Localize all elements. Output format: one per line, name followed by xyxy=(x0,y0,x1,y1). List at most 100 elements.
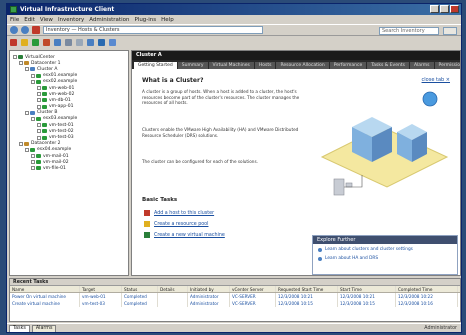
home-icon[interactable] xyxy=(32,26,40,34)
tab-resource-allocation[interactable]: Resource Allocation xyxy=(276,62,329,69)
tree-item-label: Cluster B xyxy=(37,110,58,116)
recent-tasks-header: Name Target Status Details Initiated by vCent… xyxy=(10,286,460,293)
tree-item[interactable]: vm-file-01 xyxy=(10,165,128,171)
expand-toggle-icon[interactable] xyxy=(37,123,41,128)
close-tab-link[interactable]: close tab × xyxy=(422,77,450,83)
close-button[interactable] xyxy=(450,5,459,13)
column-header[interactable]: Start Time xyxy=(338,286,396,292)
tab-virtual-machines[interactable]: Virtual Machines xyxy=(208,62,254,69)
learn-link-2[interactable]: Learn about HA and DRS xyxy=(313,255,457,262)
column-header[interactable]: vCenter Server xyxy=(230,286,276,292)
console-icon[interactable] xyxy=(87,38,94,46)
clone-icon[interactable] xyxy=(109,38,116,46)
node-icon xyxy=(24,141,29,146)
node-icon xyxy=(36,154,41,159)
forward-icon[interactable] xyxy=(21,26,29,34)
expand-toggle-icon[interactable] xyxy=(25,67,29,72)
expand-toggle-icon[interactable] xyxy=(31,73,35,78)
back-icon[interactable] xyxy=(10,26,18,34)
column-header[interactable]: Initiated by xyxy=(188,286,230,292)
menu-file[interactable]: File xyxy=(10,17,19,23)
menu-edit[interactable]: Edit xyxy=(24,17,35,23)
node-icon xyxy=(42,135,47,140)
search-input[interactable]: Search Inventory xyxy=(379,27,439,35)
table-cell xyxy=(158,300,188,307)
tree-item-label: vm-test-03 xyxy=(49,135,74,141)
app-window: Virtual Infrastructure Client File Edit … xyxy=(6,3,462,333)
column-header[interactable]: Target xyxy=(80,286,122,292)
table-row[interactable]: Power On virtual machine vm-web-01 Complet… xyxy=(10,293,460,300)
play-icon[interactable] xyxy=(32,38,39,46)
tab-getting-started[interactable]: Getting Started xyxy=(134,62,177,69)
menu-inventory[interactable]: Inventory xyxy=(58,17,84,23)
expand-toggle-icon[interactable] xyxy=(25,147,29,152)
expand-toggle-icon[interactable] xyxy=(31,154,35,159)
table-cell: Power On virtual machine xyxy=(10,293,80,300)
task-link[interactable]: Create a resource pool xyxy=(144,220,208,228)
expand-toggle-icon[interactable] xyxy=(37,86,41,91)
expand-toggle-icon[interactable] xyxy=(37,129,41,134)
expand-toggle-icon[interactable] xyxy=(19,141,23,146)
node-icon xyxy=(36,160,41,165)
expand-toggle-icon[interactable] xyxy=(37,98,41,103)
manager-icon[interactable] xyxy=(76,38,83,46)
tab-performance[interactable]: Performance xyxy=(329,62,367,69)
tree-item-label: vm-mail-01 xyxy=(43,153,69,159)
status-bar: Tasks Alarms Administrator xyxy=(7,323,461,332)
cluster-diagram xyxy=(320,91,449,196)
table-row[interactable]: Create virtual machine vm-test-03 Complete… xyxy=(10,300,460,307)
column-header[interactable]: Name xyxy=(10,286,80,292)
menu-help[interactable]: Help xyxy=(161,17,174,23)
node-icon xyxy=(24,61,29,66)
tree-item-label: vm-test-01 xyxy=(49,122,74,128)
expand-toggle-icon[interactable] xyxy=(37,104,41,109)
stop-icon[interactable] xyxy=(10,38,17,46)
expand-toggle-icon[interactable] xyxy=(37,135,41,140)
learn-link-1[interactable]: Learn about clusters and cluster setting… xyxy=(313,246,457,253)
menu-administration[interactable]: Administration xyxy=(89,17,129,23)
task-link[interactable]: Add a host to this cluster xyxy=(144,209,214,217)
location-field[interactable]: Inventory — Hosts & Clusters xyxy=(43,26,263,34)
task-link[interactable]: Create a new virtual machine xyxy=(144,231,225,239)
column-header[interactable]: Status xyxy=(122,286,158,292)
column-header[interactable]: Completed Time xyxy=(396,286,458,292)
expand-toggle-icon[interactable] xyxy=(31,79,35,84)
menu-view[interactable]: View xyxy=(40,17,53,23)
tab-permissions[interactable]: Permissions xyxy=(434,62,460,69)
reset-icon[interactable] xyxy=(43,38,50,46)
column-header[interactable]: Requested Start Time xyxy=(276,286,338,292)
revert-icon[interactable] xyxy=(65,38,72,46)
minimize-button[interactable] xyxy=(430,5,439,13)
logged-in-user: Administrator xyxy=(424,326,457,331)
column-header[interactable]: Details xyxy=(158,286,188,292)
search-button[interactable] xyxy=(443,27,457,35)
pause-icon[interactable] xyxy=(21,38,28,46)
content-title: Cluster A xyxy=(132,51,460,60)
tree-item-label: vm-mail-02 xyxy=(43,159,69,165)
alarms-tab[interactable]: Alarms xyxy=(31,324,57,332)
content-panel: Cluster A Getting Started Summary Virtual … xyxy=(131,50,461,276)
table-cell: 12/3/2008 10:21 xyxy=(276,293,338,300)
node-icon xyxy=(42,92,47,97)
expand-toggle-icon[interactable] xyxy=(31,116,35,121)
tab-summary[interactable]: Summary xyxy=(177,62,208,69)
tab-alarms[interactable]: Alarms xyxy=(409,62,434,69)
migrate-icon[interactable] xyxy=(98,38,105,46)
expand-toggle-icon[interactable] xyxy=(19,61,23,66)
task-icon xyxy=(144,210,150,216)
navigation-bar: Inventory — Hosts & Clusters Search Inve… xyxy=(7,24,461,36)
tab-hosts[interactable]: Hosts xyxy=(254,62,276,69)
maximize-button[interactable] xyxy=(440,5,449,13)
expand-toggle-icon[interactable] xyxy=(31,166,35,171)
node-icon xyxy=(42,98,47,103)
expand-toggle-icon[interactable] xyxy=(37,92,41,97)
tree-item-label: vm-web-01 xyxy=(49,85,75,91)
snapshot-icon[interactable] xyxy=(54,38,61,46)
tasks-tab[interactable]: Tasks xyxy=(9,324,30,332)
expand-toggle-icon[interactable] xyxy=(31,160,35,165)
expand-toggle-icon[interactable] xyxy=(25,110,29,115)
expand-toggle-icon[interactable] xyxy=(13,55,17,60)
menu-plugins[interactable]: Plug-ins xyxy=(134,17,156,23)
tab-tasks-events[interactable]: Tasks & Events xyxy=(367,62,409,69)
tree-item-label: esx02.example xyxy=(43,79,78,85)
